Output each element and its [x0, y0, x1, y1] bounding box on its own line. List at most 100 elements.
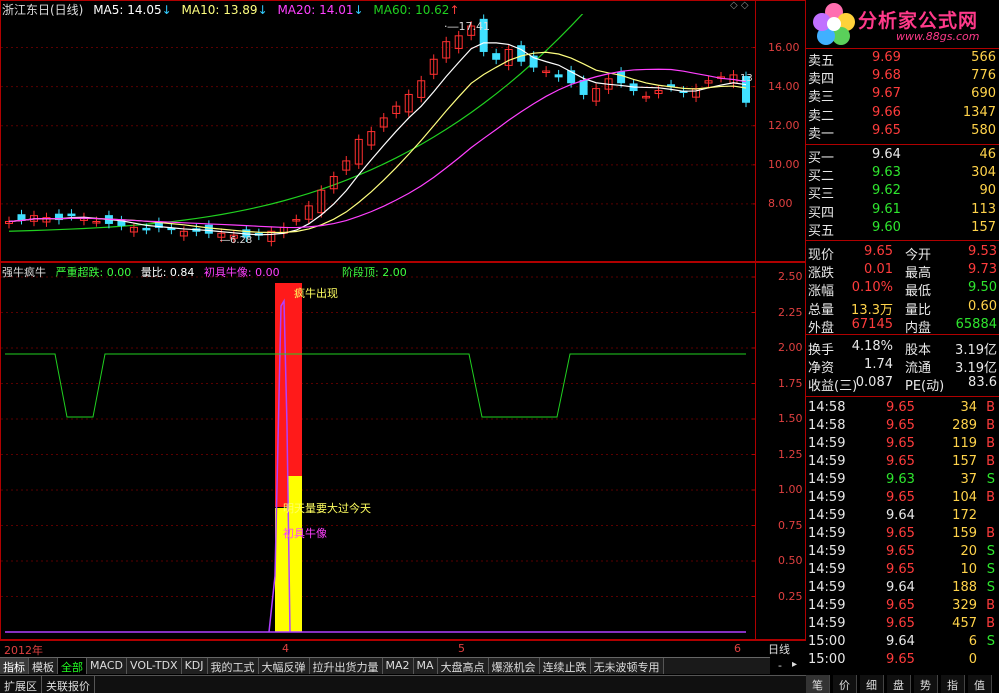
- quote-row[interactable]: 外盘 67145 内盘 65884: [806, 316, 999, 336]
- ask-row[interactable]: 卖四 9.68 776: [806, 67, 999, 88]
- bid-row[interactable]: 买一 9.64 46: [806, 146, 999, 166]
- indicator-tab[interactable]: 拉升出货力量: [309, 658, 383, 674]
- stats-row[interactable]: 收益(三) 0.087 PE(动) 83.6: [806, 374, 999, 394]
- bid-row[interactable]: 买四 9.61 113: [806, 201, 999, 221]
- indicator-tab[interactable]: 指标: [0, 658, 29, 674]
- divider: [806, 240, 999, 241]
- trade-volume: 119: [952, 436, 977, 451]
- trade-row[interactable]: 14:59 9.63 37 S: [806, 471, 999, 489]
- ask-row[interactable]: 卖二 9.66 1347: [806, 104, 999, 124]
- trade-price: 9.65: [886, 418, 915, 433]
- indicator-tab[interactable]: 我的工式: [207, 658, 259, 674]
- indicator-tab[interactable]: 连续止跌: [539, 658, 591, 674]
- indicator-tab[interactable]: KDJ: [181, 658, 208, 674]
- indicator-tick-label: 2.25: [778, 305, 803, 319]
- trade-price: 9.65: [886, 544, 915, 559]
- bottom-tab[interactable]: 扩展区: [0, 676, 42, 693]
- trade-row[interactable]: 14:59 9.65 157 B: [806, 453, 999, 471]
- indicator-tick-label: 2.00: [778, 341, 803, 354]
- quote-tab[interactable]: 盘: [887, 675, 911, 693]
- high-price-label: 17.41: [458, 20, 491, 33]
- indicator-tab[interactable]: 全部: [58, 658, 87, 674]
- trade-price: 9.65: [886, 454, 915, 469]
- trade-side: S: [986, 472, 995, 487]
- indicator-tab[interactable]: MA: [413, 658, 438, 674]
- trade-volume: 188: [952, 580, 977, 595]
- stage-top-line: [5, 353, 746, 418]
- stats-value: 1.74: [864, 357, 893, 373]
- orderbook-price: 9.64: [872, 147, 901, 162]
- trade-side: B: [986, 598, 995, 613]
- indicator-tab[interactable]: 大幅反弹: [258, 658, 310, 674]
- stats-label: 换手: [808, 343, 835, 358]
- trade-row[interactable]: 14:59 9.64 188 S: [806, 579, 999, 597]
- trade-row[interactable]: 14:59 9.65 159 B: [806, 525, 999, 543]
- ma5-line: [8, 42, 747, 236]
- quote-tab[interactable]: 细: [860, 675, 884, 693]
- trade-price: 9.65: [886, 598, 915, 613]
- quote-tab[interactable]: 势: [914, 675, 938, 693]
- bid-row[interactable]: 买五 9.60 157: [806, 219, 999, 239]
- indicator-tab[interactable]: MACD: [87, 658, 127, 674]
- trade-time: 14:59: [808, 472, 846, 487]
- ask-row[interactable]: 卖五 9.69 566: [806, 49, 999, 69]
- trade-row[interactable]: 15:00 9.64 6 S: [806, 633, 999, 651]
- bid-row[interactable]: 买二 9.63 304: [806, 164, 999, 184]
- trade-row[interactable]: 14:59 9.65 20 S: [806, 543, 999, 561]
- quote-tab[interactable]: 指: [941, 675, 965, 693]
- period-label[interactable]: 日线: [768, 641, 790, 657]
- indicator-tick-label: 2.50: [778, 270, 803, 283]
- trade-volume: 20: [960, 544, 977, 559]
- trade-row[interactable]: 14:59 9.65 119 B: [806, 435, 999, 453]
- price-tick-label: 14.00: [768, 79, 800, 93]
- trade-row[interactable]: 14:59 9.64 172: [806, 507, 999, 525]
- bottom-tab[interactable]: 关联报价: [42, 676, 95, 693]
- indicator-tab[interactable]: VOL-TDX: [126, 658, 182, 674]
- trade-row[interactable]: 15:00 9.65 0: [806, 651, 999, 669]
- bottom-tabs: 扩展区 关联报价: [0, 675, 806, 693]
- trade-time: 14:59: [808, 490, 846, 505]
- quote-tab[interactable]: 价: [833, 675, 857, 693]
- quote-label: 总量: [808, 302, 835, 318]
- indicator-tab[interactable]: 大盘高点: [437, 658, 489, 674]
- stats-value: 3.19亿: [955, 361, 997, 377]
- quote-row[interactable]: 涨跌 0.01 最高 9.73: [806, 261, 999, 281]
- stats-row[interactable]: 净资 1.74 流通 3.19亿: [806, 356, 999, 377]
- window-controls-icon[interactable]: ◇ ◇: [730, 0, 749, 11]
- quote-row[interactable]: 涨幅 0.10% 最低 9.50: [806, 279, 999, 299]
- orderbook-label: 卖五: [808, 54, 835, 69]
- trade-row[interactable]: 14:59 9.65 104 B: [806, 489, 999, 507]
- orderbook-label: 卖二: [808, 108, 835, 124]
- indicator-tab[interactable]: 模板: [29, 658, 58, 674]
- quote-tab[interactable]: 值: [968, 675, 992, 693]
- indicator-tick-label: 0.50: [778, 554, 803, 567]
- bid-row[interactable]: 买三 9.62 90: [806, 182, 999, 202]
- indicator-tab[interactable]: MA2: [382, 658, 414, 674]
- trade-side: S: [986, 634, 995, 649]
- stats-row[interactable]: 换手 4.18% 股本 3.19亿: [806, 338, 999, 358]
- ask-row[interactable]: 卖三 9.67 690: [806, 85, 999, 105]
- scroll-right-button[interactable]: ▸: [792, 659, 797, 670]
- trade-row[interactable]: 14:59 9.65 329 B: [806, 597, 999, 615]
- quote-tab[interactable]: 笔: [806, 675, 830, 693]
- trade-row[interactable]: 14:59 9.65 457 B: [806, 615, 999, 633]
- trade-row[interactable]: 14:58 9.65 34 B: [806, 399, 999, 417]
- trade-volume: 104: [952, 490, 977, 505]
- trade-volume: 157: [952, 454, 977, 469]
- zoom-out-button[interactable]: -: [778, 659, 782, 672]
- quote-row[interactable]: 现价 9.65 今开 9.53: [806, 243, 999, 263]
- orderbook-label: 卖四: [808, 72, 835, 88]
- quote-row[interactable]: 总量 13.3万 量比 0.60: [806, 298, 999, 318]
- trade-row[interactable]: 14:58 9.65 289 B: [806, 417, 999, 435]
- indicator-tab[interactable]: 爆涨机会: [488, 658, 540, 674]
- divider: [806, 144, 999, 145]
- time-axis: 2012年 4 5 6 日线: [0, 640, 806, 657]
- trade-row[interactable]: 14:59 9.65 10 S: [806, 561, 999, 579]
- trade-volume: 6: [968, 634, 977, 649]
- indicator-tab[interactable]: 无未波顿专用: [590, 658, 664, 674]
- high-price-marker: ·―17.41: [444, 20, 490, 33]
- trade-volume: 329: [952, 598, 977, 613]
- divider: [806, 396, 999, 397]
- quote-value: 13.3万: [851, 302, 893, 318]
- ask-row[interactable]: 卖一 9.65 580: [806, 122, 999, 142]
